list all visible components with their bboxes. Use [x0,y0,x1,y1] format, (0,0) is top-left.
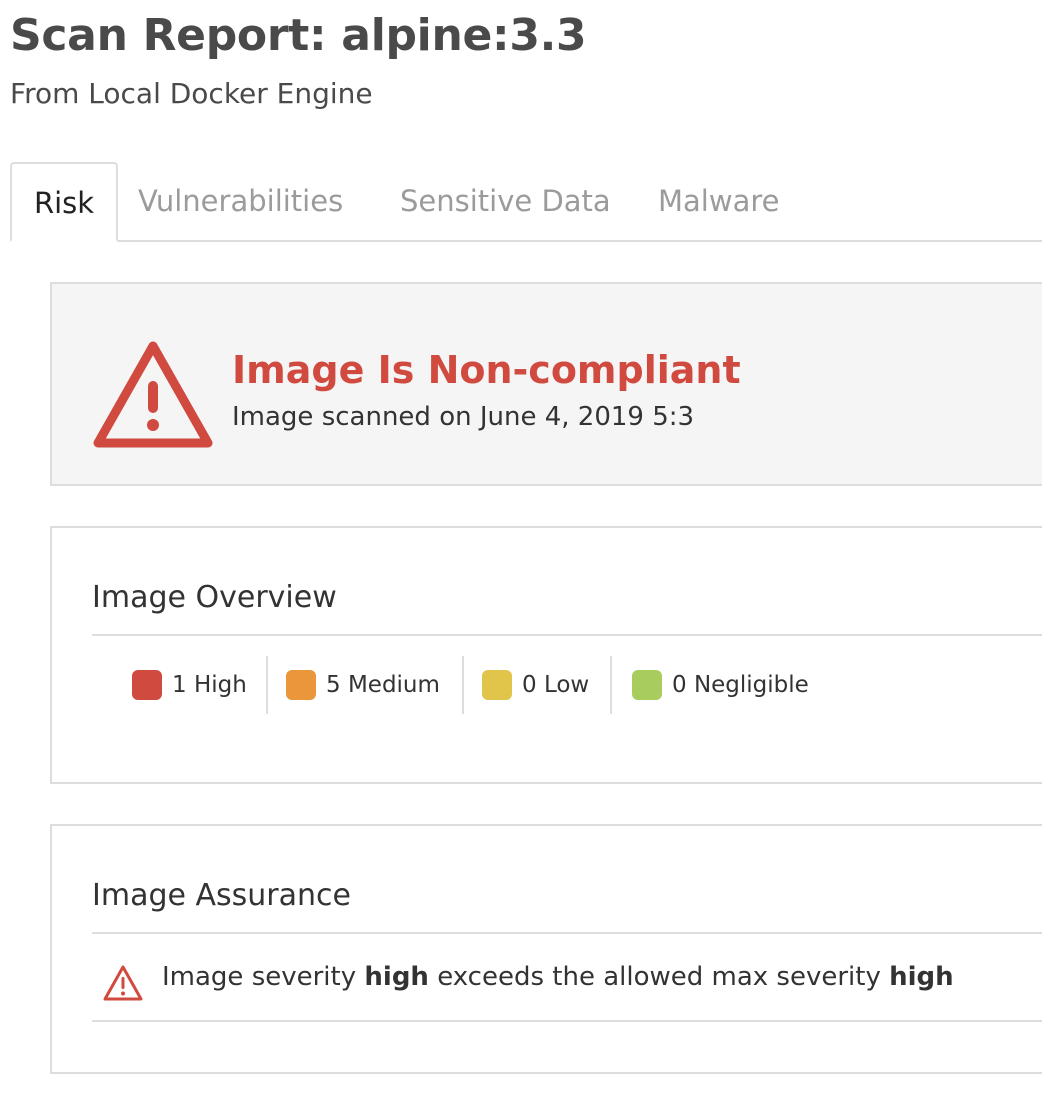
image-severity-value: high [364,962,429,992]
assurance-policy-row: Image severity high exceeds the allowed … [92,934,1042,1022]
image-assurance-heading: Image Assurance [92,878,351,913]
assurance-text-prefix: Image severity [162,962,365,992]
scan-report-page: Scan Report: alpine:3.3 From Local Docke… [0,0,1042,1098]
severity-negligible: 0 Negligible [632,656,809,714]
warning-triangle-icon [103,965,143,1001]
warning-triangle-icon [93,341,213,448]
severity-medium: 5 Medium [286,656,440,714]
divider [266,656,268,714]
tab-bar: Risk Vulnerabilities Sensitive Data Malw… [10,162,1042,242]
divider [92,634,1042,636]
severity-medium-swatch [286,670,316,700]
tab-sensitive-data[interactable]: Sensitive Data [400,162,611,242]
severity-high-label: 1 High [172,672,247,698]
image-overview-heading: Image Overview [92,580,337,615]
compliance-status-title: Image Is Non-compliant [232,348,741,392]
assurance-message: Image severity high exceeds the allowed … [162,934,954,1020]
severity-low: 0 Low [482,656,589,714]
severity-low-label: 0 Low [522,672,590,698]
severity-high: 1 High [132,656,247,714]
image-assurance-panel: Image Assurance Image severity high exce… [50,824,1042,1074]
tab-malware[interactable]: Malware [658,162,779,242]
severity-high-swatch [132,670,162,700]
page-subtitle: From Local Docker Engine [10,77,373,110]
max-severity-value: high [889,962,954,992]
page-title: Scan Report: alpine:3.3 [10,10,587,61]
image-overview-panel: Image Overview 1 High 5 Medium 0 Low 0 N… [50,526,1042,784]
severity-negligible-label: 0 Negligible [672,672,809,698]
scan-timestamp: Image scanned on June 4, 2019 5:3 [232,402,695,432]
divider [462,656,464,714]
severity-medium-label: 5 Medium [326,672,440,698]
divider [610,656,612,714]
assurance-text-middle: exceeds the allowed max severity [428,962,890,992]
compliance-status-panel: Image Is Non-compliant Image scanned on … [50,282,1042,486]
tab-vulnerabilities[interactable]: Vulnerabilities [138,162,343,242]
tab-risk[interactable]: Risk [10,162,118,242]
severity-low-swatch [482,670,512,700]
severity-negligible-swatch [632,670,662,700]
